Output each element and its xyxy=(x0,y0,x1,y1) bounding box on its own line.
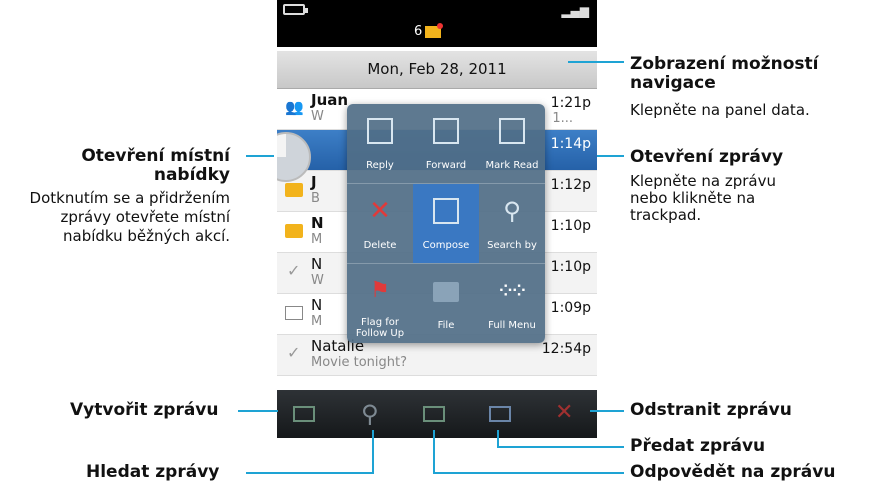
callout-open-desc: Klepněte na zprávu nebo klikněte na trac… xyxy=(630,172,776,224)
signal-icon: ▂▄▆ xyxy=(561,4,589,18)
callout-forward: Předat zprávu xyxy=(630,436,766,456)
delete-icon: ✕ xyxy=(369,196,391,226)
menu-item-file[interactable]: File xyxy=(413,264,479,343)
reply-icon xyxy=(423,406,445,422)
new-message-icon xyxy=(425,22,444,38)
sender-name: J xyxy=(311,173,317,191)
delete-icon: ✕ xyxy=(555,400,574,425)
date-bar[interactable]: Mon, Feb 28, 2011 xyxy=(277,51,597,89)
menu-item-label: File xyxy=(437,320,455,331)
context-menu: Reply Forward Mark Read ✕ Delete Compose… xyxy=(347,104,545,343)
message-time: 1:09p xyxy=(550,300,591,316)
callout-line xyxy=(590,410,624,412)
callout-line xyxy=(433,430,435,474)
message-preview: W xyxy=(311,273,324,288)
callout-line xyxy=(568,61,624,63)
reply-icon xyxy=(367,118,393,144)
menu-item-label: Search by xyxy=(487,240,537,251)
message-time: 12:54p xyxy=(541,341,591,357)
message-preview-extra: 1... xyxy=(552,111,573,126)
menu-item-label: Compose xyxy=(422,240,470,251)
forward-icon xyxy=(433,118,459,144)
reply-button[interactable] xyxy=(417,398,451,430)
sent-check-icon: ✓ xyxy=(287,261,301,280)
callout-nav-title: Zobrazení možností navigace xyxy=(630,54,819,93)
message-preview: W xyxy=(311,109,324,124)
message-preview: M xyxy=(311,232,323,247)
callout-line xyxy=(597,155,624,157)
folder-icon xyxy=(433,282,459,302)
menu-item-label: Forward xyxy=(425,160,467,171)
callout-nav-desc: Klepněte na panel data. xyxy=(630,101,810,119)
message-time: 1:21p xyxy=(550,95,591,111)
date-label: Mon, Feb 28, 2011 xyxy=(367,60,507,78)
message-preview: B xyxy=(311,191,320,206)
search-button[interactable]: ⚲ xyxy=(355,398,389,430)
delete-button[interactable]: ✕ xyxy=(547,398,581,430)
status-bar: ▂▄▆ 6 xyxy=(277,0,597,47)
search-icon: ⚲ xyxy=(361,400,379,428)
notification-count: 6 xyxy=(414,24,423,39)
menu-item-search-by[interactable]: ⚲ Search by xyxy=(479,184,545,263)
menu-item-label: Delete xyxy=(363,240,397,251)
menu-item-full-menu[interactable]: ⁘⁘ Full Menu xyxy=(479,264,545,343)
compose-icon xyxy=(293,406,315,422)
forward-icon xyxy=(489,406,511,422)
callout-reply: Odpovědět na zprávu xyxy=(630,462,836,482)
callout-line xyxy=(433,472,624,474)
callout-menu-title: Otevření místní nabídky xyxy=(81,146,230,185)
sender-name: N xyxy=(311,255,323,273)
callout-line xyxy=(372,430,374,474)
toolbar: ⚲ ✕ xyxy=(277,390,597,438)
callout-line xyxy=(246,155,274,157)
unread-mail-icon xyxy=(285,183,303,197)
menu-item-forward[interactable]: Forward xyxy=(413,104,479,183)
message-preview: M xyxy=(311,314,323,329)
callout-line xyxy=(497,446,624,448)
notification-indicator[interactable]: 6 xyxy=(414,22,444,39)
menu-item-label: Reply xyxy=(366,160,394,171)
menu-item-delete[interactable]: ✕ Delete xyxy=(347,184,413,263)
battery-icon xyxy=(283,4,308,15)
callout-open-title: Otevření zprávy xyxy=(630,147,784,167)
callout-line xyxy=(238,410,278,412)
sender-name: N xyxy=(311,214,324,232)
forward-button[interactable] xyxy=(483,398,517,430)
callout-line xyxy=(497,430,499,448)
contacts-icon: 👥 xyxy=(285,98,304,116)
read-mail-icon xyxy=(285,306,303,320)
compose-button[interactable] xyxy=(287,398,321,430)
message-preview: Movie tonight? xyxy=(311,355,407,370)
callout-menu-desc: Dotknutím se a přidržením zprávy otevřet… xyxy=(29,189,230,245)
message-time: 1:10p xyxy=(550,218,591,234)
phone-screen: ▂▄▆ 6 Mon, Feb 28, 2011 👥 Juan W 1:21p 1… xyxy=(277,0,597,438)
sender-name: N xyxy=(311,296,323,314)
callout-delete: Odstranit zprávu xyxy=(630,400,792,420)
menu-item-label: Flag for Follow Up xyxy=(355,317,405,339)
menu-item-label: Mark Read xyxy=(485,160,539,171)
menu-item-reply[interactable]: Reply xyxy=(347,104,413,183)
menu-item-mark-read[interactable]: Mark Read xyxy=(479,104,545,183)
message-time: 1:14p xyxy=(550,136,591,152)
search-icon: ⚲ xyxy=(503,197,521,225)
flag-icon: ⚑ xyxy=(370,278,390,303)
message-time: 1:12p xyxy=(550,177,591,193)
message-time: 1:10p xyxy=(550,259,591,275)
sender-name: Juan xyxy=(311,91,349,109)
menu-item-flag[interactable]: ⚑ Flag for Follow Up xyxy=(347,264,413,343)
blackberry-icon: ⁘⁘ xyxy=(499,281,526,300)
menu-item-compose[interactable]: Compose xyxy=(413,184,479,263)
compose-icon xyxy=(433,198,459,224)
menu-item-label: Full Menu xyxy=(488,320,536,331)
callout-compose: Vytvořit zprávu xyxy=(70,400,219,420)
unread-mail-icon xyxy=(285,224,303,238)
sent-check-icon: ✓ xyxy=(287,343,301,362)
callout-search: Hledat zprávy xyxy=(86,462,220,482)
callout-line xyxy=(246,472,374,474)
mark-read-icon xyxy=(499,118,525,144)
